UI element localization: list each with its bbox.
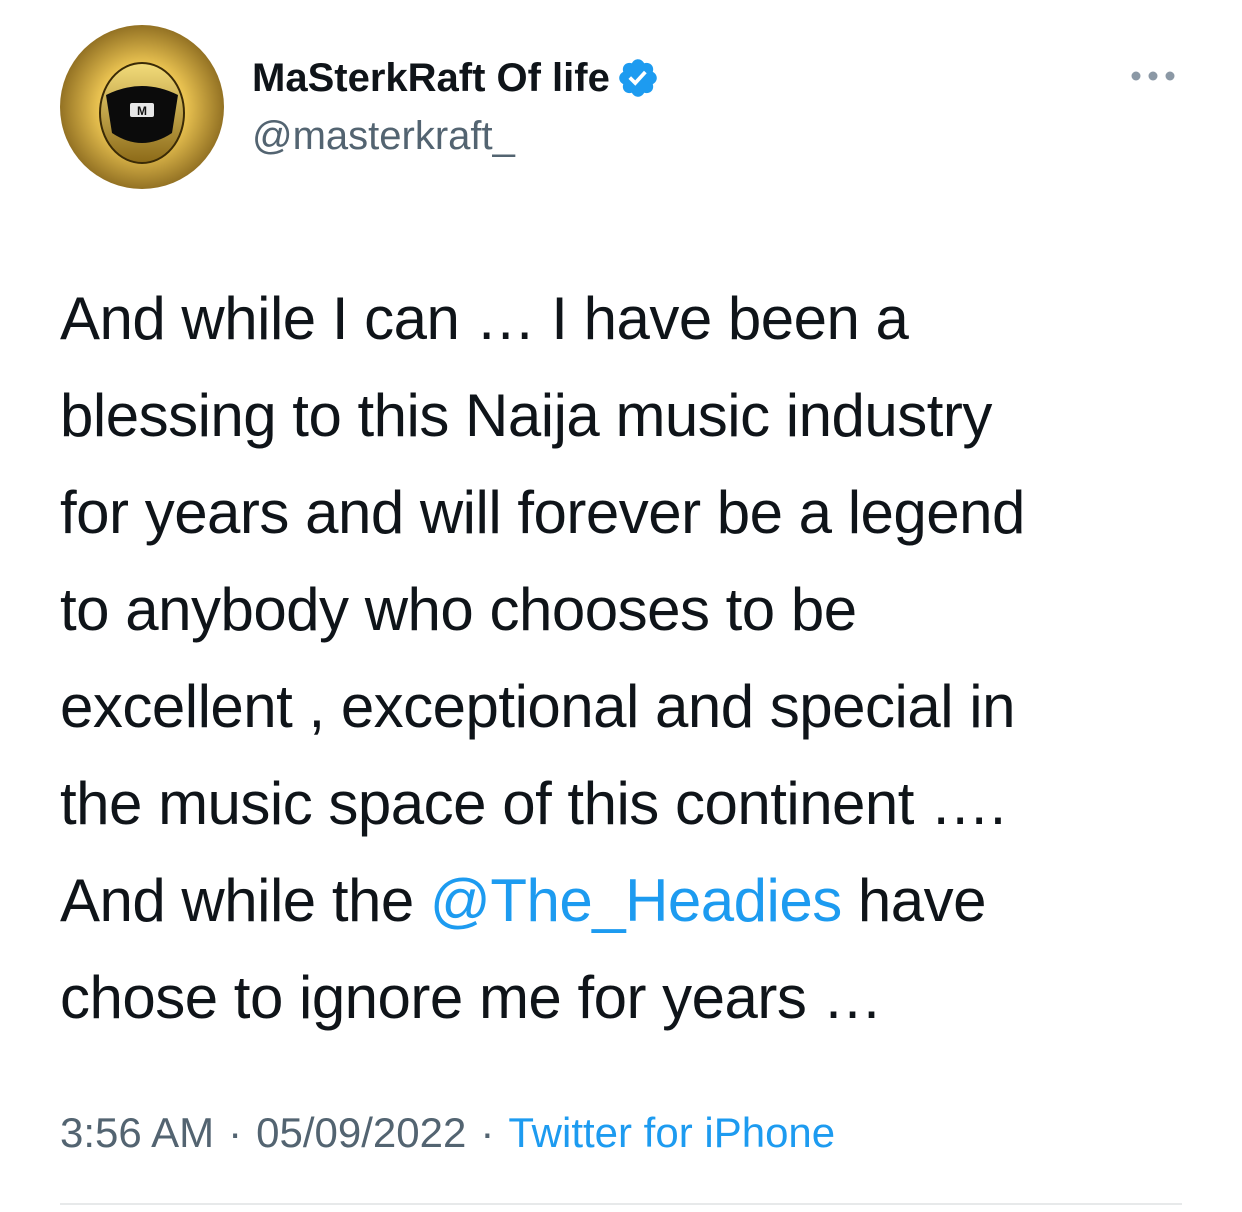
tweet-text-segment: And while the [60,867,430,934]
tweet-text-segment: chose to ignore me for years … [60,964,883,1031]
display-name-text: MaSterkRaft Of life [252,56,610,100]
tweet-line: excellent , exceptional and special in [60,658,1180,755]
mention-link[interactable]: @The_Headies [430,867,842,934]
golden-helmet-avatar-icon: M [60,25,224,189]
tweet-time[interactable]: 3:56 AM [60,1109,214,1156]
tweet-line: And while I can … I have been a [60,270,1180,367]
tweet-date[interactable]: 05/09/2022 [256,1109,466,1156]
tweet-text-segment: for years and will forever be a legend [60,479,1025,546]
tweet-line: the music space of this continent …. [60,755,1180,852]
tweet-text-segment: the music space of this continent …. [60,770,1006,837]
svg-text:M: M [137,104,147,118]
tweet-source-link[interactable]: Twitter for iPhone [508,1109,835,1156]
tweet-line: chose to ignore me for years … [60,949,1180,1046]
avatar[interactable]: M [60,25,224,189]
meta-separator: · [480,1109,495,1156]
tweet-text-segment: blessing to this Naija music industry [60,382,992,449]
tweet-meta: 3:56 AM · 05/09/2022 · Twitter for iPhone [60,1107,835,1159]
tweet-text-segment: have [841,867,987,934]
meta-separator: · [228,1109,243,1156]
tweet-text-segment: to anybody who chooses to be [60,576,857,643]
tweet-line: to anybody who chooses to be [60,561,1180,658]
tweet-line: for years and will forever be a legend [60,464,1180,561]
display-name[interactable]: MaSterkRaft Of life [252,52,660,104]
tweet-text-segment: excellent , exceptional and special in [60,673,1015,740]
tweet-line: And while the @The_Headies have [60,852,1180,949]
user-handle[interactable]: @masterkraft_ [252,110,515,162]
tweet-text-segment: And while I can … I have been a [60,285,909,352]
more-dots-icon[interactable] [1128,64,1178,88]
tweet-line: blessing to this Naija music industry [60,367,1180,464]
verified-badge-icon [616,56,660,100]
divider [60,1203,1182,1205]
tweet-text: And while I can … I have been a blessing… [60,270,1180,1046]
